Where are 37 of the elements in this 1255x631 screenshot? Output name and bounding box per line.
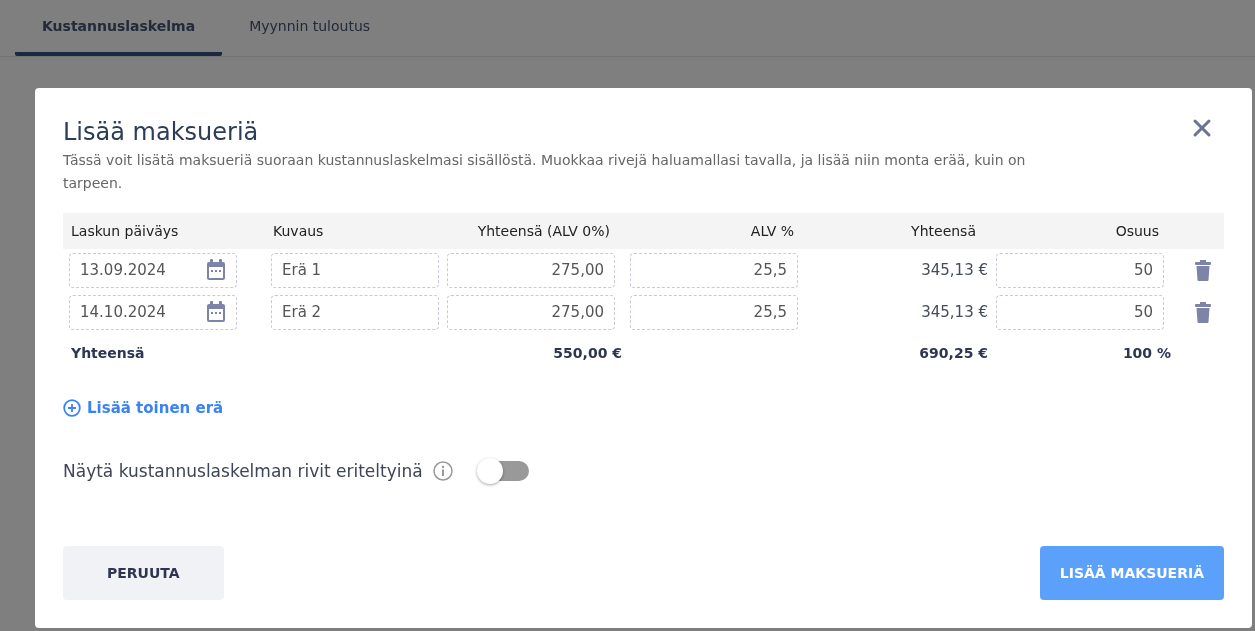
dialog-description: Tässä voit lisätä maksueriä suoraan kustannuslaskelmasi sisällöstä. Muokkaa rivejä haluamallasi tavalla, ja lisää niin monta erää, kuin on tarpeen.: [63, 151, 1027, 193]
description-field[interactable]: Erä 1: [271, 252, 439, 288]
row-total: 345,13 €: [921, 261, 989, 279]
vat-field[interactable]: 25,5: [630, 294, 798, 330]
row-total: 345,13 €: [921, 303, 989, 321]
calendar-icon[interactable]: [206, 259, 226, 281]
share-field[interactable]: 50: [996, 294, 1164, 330]
close-button[interactable]: [1192, 118, 1212, 138]
net-amount-field[interactable]: 275,00: [447, 294, 615, 330]
column-header: Osuus: [990, 213, 1173, 249]
date-field[interactable]: 14.10.2024: [69, 294, 237, 330]
calendar-icon[interactable]: [206, 301, 226, 323]
net-amount-field[interactable]: 275,00: [447, 252, 615, 288]
info-icon[interactable]: [432, 461, 453, 481]
column-header: Yhteensä (ALV 0%): [441, 213, 624, 249]
trash-icon[interactable]: [1195, 259, 1211, 281]
tab[interactable]: Myynnin tuloutus: [222, 0, 398, 56]
add-installment-link[interactable]: Lisää toinen erä: [63, 399, 224, 417]
toggle-switch[interactable]: [478, 461, 529, 481]
trash-icon[interactable]: [1195, 301, 1211, 323]
share-total: 100 %: [1122, 345, 1171, 361]
date-field[interactable]: 13.09.2024: [69, 252, 237, 288]
column-header: Yhteensä: [808, 213, 990, 249]
toggle-label: Näytä kustannuslaskelman rivit eriteltyinä: [63, 461, 423, 481]
share-field[interactable]: 50: [996, 252, 1164, 288]
grand-total: 690,25 €: [919, 345, 988, 361]
cancel-button[interactable]: PERUUTA: [63, 546, 224, 600]
column-header: Kuvaus: [265, 213, 441, 249]
dialog-title: Lisää maksueriä: [63, 118, 259, 146]
net-total: 550,00 €: [553, 345, 622, 361]
plus-circle-icon: [63, 399, 81, 417]
column-header: Laskun päiväys: [63, 213, 265, 249]
tab[interactable]: Kustannuslaskelma: [15, 0, 223, 56]
vat-field[interactable]: 25,5: [630, 252, 798, 288]
column-header: ALV %: [624, 213, 808, 249]
totals-label: Yhteensä: [71, 345, 145, 361]
description-field[interactable]: Erä 2: [271, 294, 439, 330]
